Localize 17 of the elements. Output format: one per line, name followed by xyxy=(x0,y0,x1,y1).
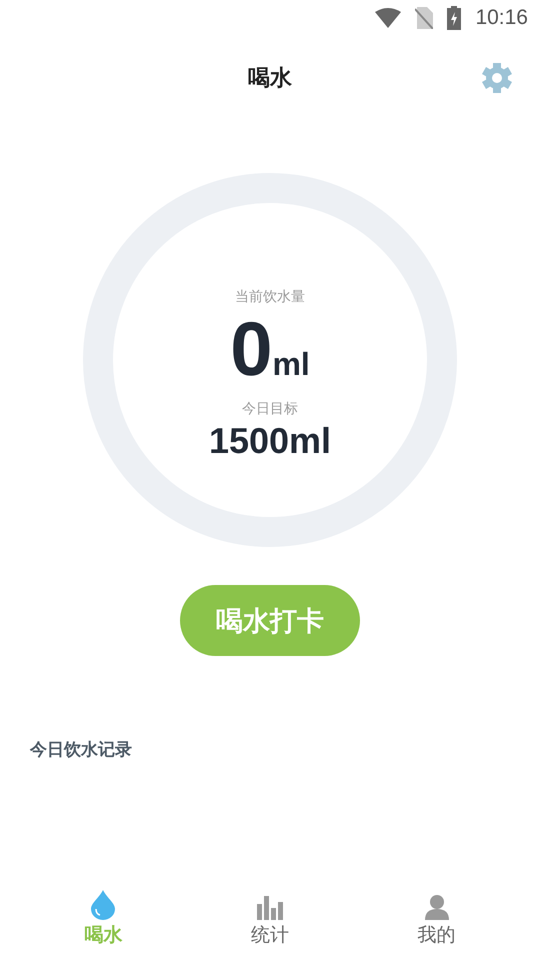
nav-tab[interactable]: 我的 xyxy=(376,880,497,960)
goal-label: 今日目标 xyxy=(242,400,298,418)
goal-value: 1500ml xyxy=(208,420,332,462)
no-sim-icon xyxy=(415,7,434,29)
records-title: 今日饮水记录 xyxy=(30,739,132,761)
nav-tab[interactable]: 统计 xyxy=(210,880,330,960)
page-title: 喝水 xyxy=(248,65,292,93)
status-time: 10:16 xyxy=(475,6,528,30)
wifi-icon xyxy=(375,8,402,28)
battery-charging-icon xyxy=(447,6,462,30)
water-drop-icon xyxy=(90,890,116,920)
person-icon xyxy=(424,894,450,920)
current-intake-label: 当前饮水量 xyxy=(235,288,305,306)
intake-amount: 0 xyxy=(230,310,272,390)
settings-icon[interactable] xyxy=(481,62,513,94)
intake-unit: ml xyxy=(272,346,310,383)
bar-chart-icon xyxy=(256,896,283,920)
